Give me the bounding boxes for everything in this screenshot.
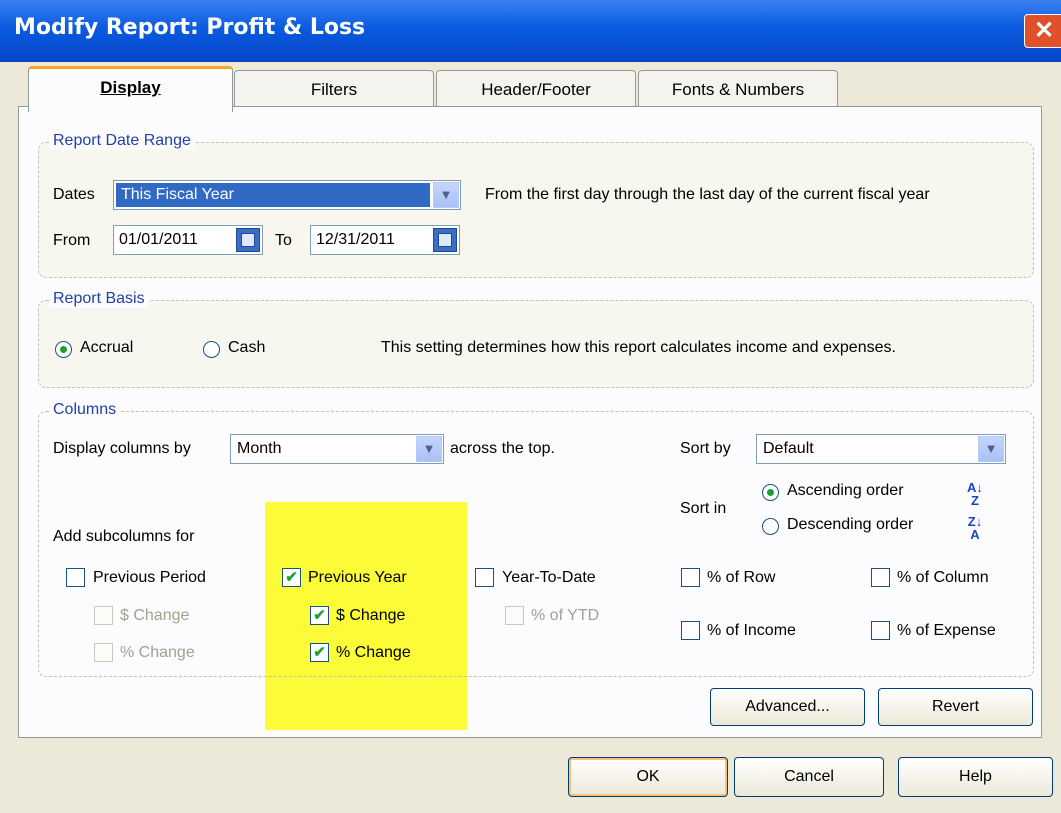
py-dollar-change-checkbox[interactable]: ✔ [310,606,329,625]
percent-of-row-checkbox[interactable] [681,568,700,587]
previous-year-label[interactable]: Previous Year [308,569,407,587]
advanced-button[interactable]: Advanced... [710,688,865,726]
date-range-label: Report Date Range [49,132,195,150]
to-date-field[interactable]: 12/31/2011 [310,225,460,255]
tab-header-footer[interactable]: Header/Footer [436,70,636,110]
dates-label: Dates [53,186,95,203]
pp-dollar-change-label[interactable]: $ Change [120,607,189,625]
sort-by-dropdown[interactable]: Default ▼ [756,434,1006,464]
radio-selected-dot [60,346,67,353]
percent-of-column-label[interactable]: % of Column [897,569,989,587]
py-percent-change-label[interactable]: % Change [336,644,411,662]
sort-by-label: Sort by [680,440,731,457]
add-subcolumns-label: Add subcolumns for [53,528,195,545]
cash-label[interactable]: Cash [228,339,265,357]
from-date-field[interactable]: 01/01/2011 [113,225,263,255]
basis-description: This setting determines how this report … [381,339,896,356]
tab-label: Display [100,78,161,97]
display-by-value: Month [237,440,282,457]
help-button[interactable]: Help [898,757,1053,797]
chevron-down-icon[interactable]: ▼ [416,436,442,462]
close-icon: ✕ [1033,17,1055,44]
pp-percent-change-label[interactable]: % Change [120,644,195,662]
display-by-label: Display columns by [53,440,191,457]
percent-of-row-label[interactable]: % of Row [707,569,775,587]
close-button[interactable]: ✕ [1024,14,1061,48]
tab-fonts-numbers[interactable]: Fonts & Numbers [638,70,838,110]
dates-value: This Fiscal Year [116,183,430,207]
calendar-icon[interactable] [236,228,260,252]
revert-button[interactable]: Revert [878,688,1033,726]
tab-label: Header/Footer [481,80,591,99]
tab-label: Filters [310,80,358,99]
display-by-dropdown[interactable]: Month ▼ [230,434,444,464]
columns-label: Columns [49,401,121,419]
dates-description: From the first day through the last day … [485,186,930,203]
tab-label: Fonts & Numbers [671,80,805,99]
checkmark-icon: ✔ [313,607,326,624]
year-to-date-checkbox[interactable] [475,568,494,587]
tab-display[interactable]: Display [28,66,233,112]
accrual-radio[interactable] [55,341,72,358]
py-dollar-change-label[interactable]: $ Change [336,607,405,625]
from-label: From [53,232,91,249]
tab-filters[interactable]: Filters [234,70,434,110]
percent-of-expense-label[interactable]: % of Expense [897,622,996,640]
to-date-value: 12/31/2011 [316,231,395,248]
checkmark-icon: ✔ [285,569,298,586]
ascending-label[interactable]: Ascending order [787,482,904,500]
descending-label[interactable]: Descending order [787,516,913,534]
to-label: To [275,232,292,249]
percent-of-ytd-checkbox[interactable] [505,606,524,625]
descending-radio[interactable] [762,518,779,535]
report-basis-label: Report Basis [49,290,149,308]
percent-of-expense-checkbox[interactable] [871,621,890,640]
ok-button[interactable]: OK [568,757,728,797]
previous-year-checkbox[interactable]: ✔ [282,568,301,587]
previous-period-label[interactable]: Previous Period [93,569,206,587]
ascending-radio[interactable] [762,484,779,501]
percent-of-ytd-label[interactable]: % of YTD [531,607,599,625]
accrual-label[interactable]: Accrual [80,339,133,357]
radio-selected-dot [767,489,774,496]
percent-of-income-checkbox[interactable] [681,621,700,640]
previous-period-checkbox[interactable] [66,568,85,587]
sort-by-value: Default [763,440,814,457]
window-title: Modify Report: Profit & Loss [14,15,366,40]
cancel-button[interactable]: Cancel [734,757,884,797]
dates-dropdown[interactable]: This Fiscal Year ▼ [113,180,461,210]
cash-radio[interactable] [203,341,220,358]
pp-percent-change-checkbox[interactable] [94,643,113,662]
calendar-icon[interactable] [433,228,457,252]
chevron-down-icon[interactable]: ▼ [433,182,459,208]
title-bar[interactable]: Modify Report: Profit & Loss [0,0,1061,62]
checkmark-icon: ✔ [313,644,326,661]
sort-ascending-icon: A↓ Z [967,480,983,508]
percent-of-income-label[interactable]: % of Income [707,622,796,640]
sort-in-label: Sort in [680,500,727,517]
chevron-down-icon[interactable]: ▼ [978,436,1004,462]
percent-of-column-checkbox[interactable] [871,568,890,587]
date-range-group [38,142,1034,278]
pp-dollar-change-checkbox[interactable] [94,606,113,625]
across-label: across the top. [450,440,555,457]
from-date-value: 01/01/2011 [119,231,198,248]
sort-descending-icon: Z↓ A [967,514,983,542]
year-to-date-label[interactable]: Year-To-Date [502,569,596,587]
py-percent-change-checkbox[interactable]: ✔ [310,643,329,662]
